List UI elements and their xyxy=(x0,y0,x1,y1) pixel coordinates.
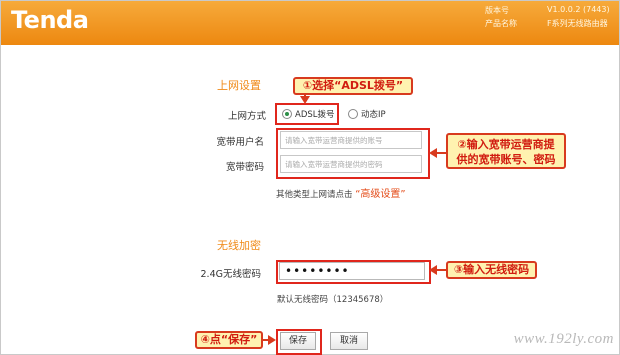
username-input[interactable]: 请输入宽带运营商提供的账号 xyxy=(280,131,422,149)
product-value: F系列无线路由器 xyxy=(547,19,608,28)
version-label: 版本号 xyxy=(485,6,509,15)
step1-callout: ①选择“ADSL拨号” xyxy=(293,77,413,95)
step4-arrow-head xyxy=(268,335,276,345)
watermark-text: www.192ly.com xyxy=(513,331,614,347)
dhcp-radio-label[interactable]: 动态IP xyxy=(361,108,386,120)
username-label: 宽带用户名 xyxy=(216,137,264,148)
wan-password-input[interactable]: 请输入宽带运营商提供的密码 xyxy=(280,155,422,173)
tenda-logo: Tenda xyxy=(11,6,89,34)
step2-arrow-line xyxy=(436,152,446,154)
product-label: 产品名称 xyxy=(485,19,517,28)
wireless-section-title: 无线加密 xyxy=(217,239,261,252)
step4-callout: ④点“保存” xyxy=(195,331,263,349)
dhcp-radio[interactable] xyxy=(348,109,358,119)
step3-arrow-head xyxy=(429,265,437,275)
step1-arrow-head xyxy=(300,96,310,104)
connection-mode-label: 上网方式 xyxy=(227,111,266,122)
save-button[interactable]: 保存 xyxy=(280,332,316,350)
step2-callout: ②输入宽带运营商提 供的宽带账号、密码 xyxy=(446,133,566,169)
other-type-prefix: 其他类型上网请点击 xyxy=(276,190,353,200)
wan-password-label: 宽带密码 xyxy=(225,162,264,173)
adsl-radio[interactable] xyxy=(282,109,292,119)
internet-section-title: 上网设置 xyxy=(217,79,261,92)
wireless-password-label: 2.4G无线密码 xyxy=(200,269,261,280)
step2-callout-line2: 供的宽带账号、密码 xyxy=(456,153,556,166)
step2-callout-line1: ②输入宽带运营商提 xyxy=(457,138,555,151)
advanced-settings-link[interactable]: “高级设置” xyxy=(355,189,405,200)
version-value: V1.0.0.2 (7443) xyxy=(547,5,610,14)
adsl-radio-label[interactable]: ADSL拨号 xyxy=(295,108,335,120)
step3-arrow-line xyxy=(436,269,446,271)
header-bar: Tenda 版本号 V1.0.0.2 (7443) 产品名称 F系列无线路由器 xyxy=(1,1,619,45)
wireless-password-input[interactable]: •••••••• xyxy=(279,262,425,280)
cancel-button[interactable]: 取消 xyxy=(330,332,368,350)
default-wireless-password-note: 默认无线密码（12345678） xyxy=(277,295,389,305)
other-type-hint: 其他类型上网请点击 “高级设置” xyxy=(276,185,406,200)
step2-arrow-head xyxy=(429,148,437,158)
step3-callout: ③输入无线密码 xyxy=(446,261,537,279)
